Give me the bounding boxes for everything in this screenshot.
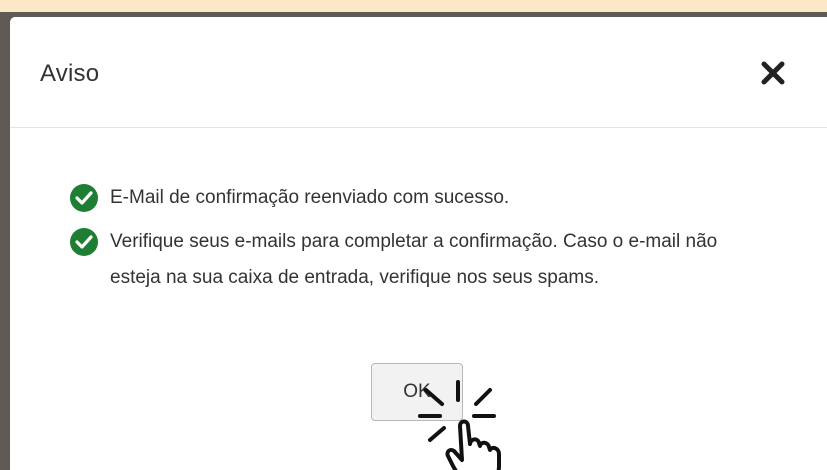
dialog-header: Aviso — [10, 17, 827, 128]
message-text: E-Mail de confirmação reenviado com suce… — [110, 187, 510, 208]
dialog-title: Aviso — [40, 60, 100, 87]
close-button[interactable] — [757, 57, 789, 89]
message-text: Verifique seus e-mails para completar a … — [110, 231, 718, 288]
check-circle-icon — [70, 184, 98, 212]
pointer-hand-click-icon — [418, 380, 501, 470]
close-icon — [761, 61, 785, 85]
check-circle-icon — [70, 228, 98, 256]
